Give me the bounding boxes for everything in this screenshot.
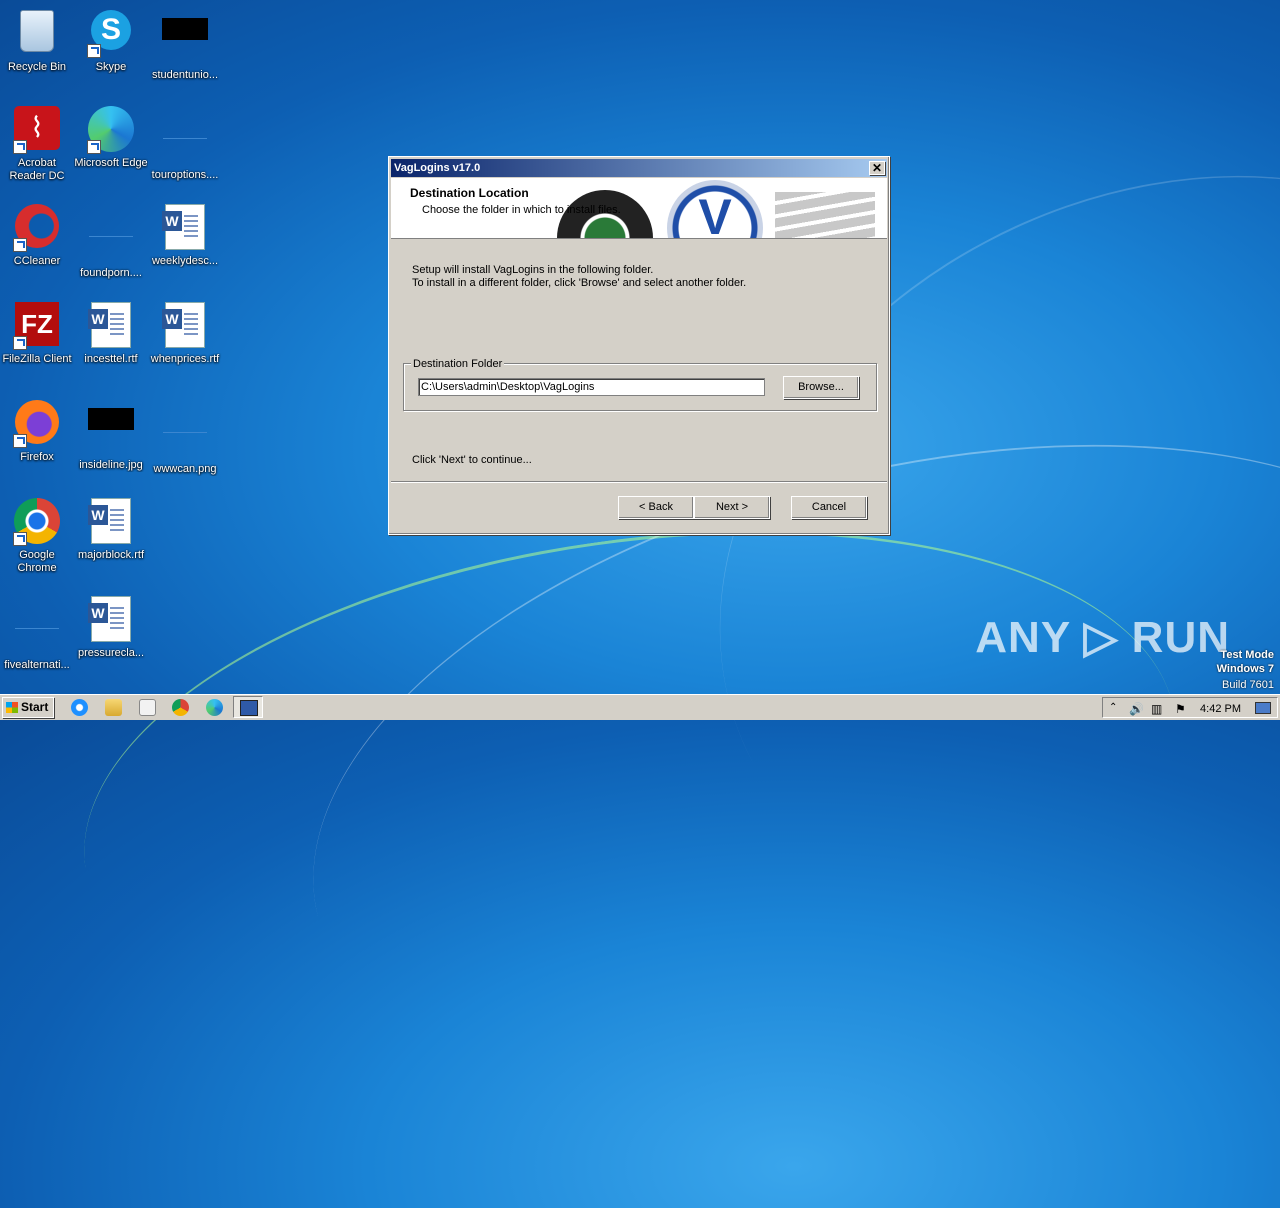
desktop-icon-chrome[interactable]: Google Chrome — [0, 492, 74, 575]
file-thumbnail-icon — [15, 608, 59, 629]
recycle-bin-icon — [20, 10, 54, 52]
installer-dialog: VagLogins v17.0 ✕ Destination Location C… — [388, 156, 890, 535]
intro-line-2: To install in a different folder, click … — [412, 277, 747, 289]
dialog-header: Destination Location Choose the folder i… — [391, 178, 887, 239]
desktop-icon-studentunion[interactable]: studentunio... — [148, 4, 222, 82]
shortcut-arrow-icon — [87, 44, 101, 58]
browse-button[interactable]: Browse... — [783, 376, 859, 399]
file-thumbnail-icon — [163, 118, 207, 139]
system-tray: ⌃ 🔊 ▥ ⚑ 4:42 PM — [1102, 697, 1278, 718]
desktop-icon-acrobat[interactable]: ⌇ Acrobat Reader DC — [0, 100, 74, 183]
image-thumbnail-icon — [88, 408, 134, 430]
back-button[interactable]: < Back — [618, 496, 694, 519]
desktop-icon-skype[interactable]: S Skype — [74, 4, 148, 74]
shortcut-arrow-icon — [13, 532, 27, 546]
word-document-icon — [88, 498, 131, 544]
word-document-icon — [162, 302, 205, 348]
file-thumbnail-icon — [89, 216, 133, 237]
action-center-flag-icon[interactable]: ⚑ — [1175, 702, 1187, 716]
seat-logo — [775, 192, 875, 238]
desktop-icon-wwwcan[interactable]: wwwcan.png — [148, 394, 222, 476]
file-thumbnail-icon — [162, 18, 208, 40]
intro-line-1: Setup will install VagLogins in the foll… — [412, 264, 654, 276]
desktop-icon-ccleaner[interactable]: CCleaner — [0, 198, 74, 268]
desktop-icon-firefox[interactable]: Firefox — [0, 394, 74, 464]
network-icon[interactable]: ▥ — [1151, 702, 1163, 716]
footer-divider — [391, 481, 887, 483]
destination-folder-label: Destination Folder — [411, 358, 505, 370]
shortcut-arrow-icon — [87, 140, 101, 154]
desktop-icon-fivealternatives[interactable]: fivealternati... — [0, 590, 74, 672]
desktop-icon-edge[interactable]: Microsoft Edge — [74, 100, 148, 170]
word-document-icon — [88, 596, 131, 642]
dialog-titlebar[interactable]: VagLogins v17.0 ✕ — [391, 159, 887, 177]
shortcut-arrow-icon — [13, 140, 27, 154]
edge-taskbar-icon[interactable] — [206, 699, 223, 716]
taskbar: Start ⌃ 🔊 ▥ ⚑ 4:42 PM — [0, 694, 1280, 720]
clock[interactable]: 4:42 PM — [1200, 703, 1241, 715]
installer-taskbar-button[interactable] — [233, 696, 263, 718]
header-title: Destination Location — [410, 186, 529, 200]
dialog-title: VagLogins v17.0 — [394, 162, 481, 174]
media-player-icon[interactable] — [139, 699, 156, 716]
close-button[interactable]: ✕ — [869, 161, 885, 175]
next-button[interactable]: Next > — [694, 496, 770, 519]
chrome-taskbar-icon[interactable] — [172, 699, 189, 716]
build-number-label: Build 7601 — [1222, 679, 1274, 691]
header-subtitle: Choose the folder in which to install fi… — [422, 204, 621, 216]
anyrun-watermark: ANY ▷ RUN — [975, 613, 1230, 662]
installer-icon — [240, 700, 258, 716]
desktop-icon-filezilla[interactable]: FZ FileZilla Client — [0, 296, 74, 366]
close-icon: ✕ — [871, 161, 883, 175]
file-explorer-icon[interactable] — [105, 699, 122, 716]
desktop-icon-weeklydesc[interactable]: weeklydesc... — [148, 198, 222, 268]
desktop-icon-majorblock[interactable]: majorblock.rtf — [74, 492, 148, 562]
shortcut-arrow-icon — [13, 336, 27, 350]
show-desktop-icon[interactable] — [1255, 702, 1271, 714]
desktop-icon-foundporn[interactable]: foundporn.... — [74, 198, 148, 280]
show-hidden-icons-chevron-icon[interactable]: ⌃ — [1109, 702, 1121, 714]
destination-path-field[interactable]: C:\Users\admin\Desktop\VagLogins — [418, 378, 765, 396]
cancel-button[interactable]: Cancel — [791, 496, 867, 519]
windows-version-label: Windows 7 — [1216, 663, 1274, 675]
start-button[interactable]: Start — [2, 697, 54, 718]
desktop-icon-recycle-bin[interactable]: Recycle Bin — [0, 4, 74, 74]
desktop-icon-insideline[interactable]: insideline.jpg — [74, 394, 148, 472]
test-mode-label: Test Mode — [1220, 649, 1274, 661]
word-document-icon — [162, 204, 205, 250]
shortcut-arrow-icon — [13, 238, 27, 252]
desktop-icon-pressureclaim[interactable]: pressurecla... — [74, 590, 148, 660]
desktop-icon-whenprices[interactable]: whenprices.rtf — [148, 296, 222, 366]
volkswagen-logo — [667, 180, 763, 238]
image-thumbnail-icon — [163, 412, 207, 433]
internet-explorer-icon[interactable] — [71, 699, 88, 716]
word-document-icon — [88, 302, 131, 348]
shortcut-arrow-icon — [13, 434, 27, 448]
desktop-icon-incesttel[interactable]: incesttel.rtf — [74, 296, 148, 366]
volume-icon[interactable]: 🔊 — [1129, 702, 1144, 716]
desktop-icon-touroptions[interactable]: touroptions.... — [148, 100, 222, 182]
continue-instruction: Click 'Next' to continue... — [412, 454, 532, 466]
